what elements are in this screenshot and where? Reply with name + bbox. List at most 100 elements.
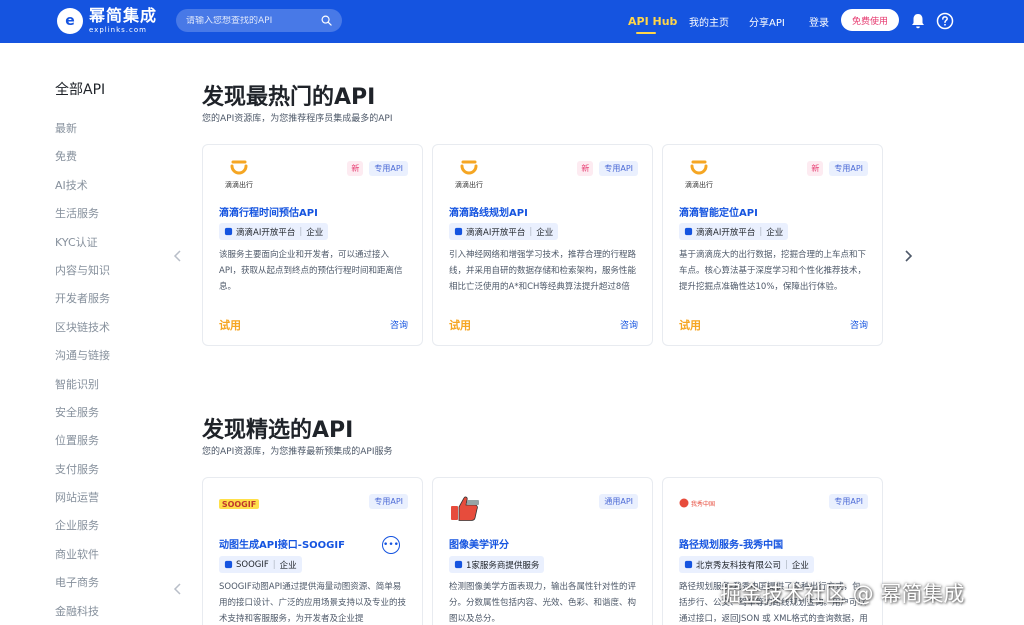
provider-badge[interactable]: SOOGIF | 企业 (219, 556, 302, 573)
sidebar-item[interactable]: AI技术 (55, 176, 155, 204)
sidebar-item[interactable]: 位置服务 (55, 431, 155, 459)
sidebar-item[interactable]: KYC认证 (55, 233, 155, 261)
new-badge: 新 (577, 161, 594, 176)
didi-logo: 滴滴出行 (449, 157, 489, 190)
sidebar-item[interactable]: 金融科技 (55, 602, 155, 625)
api-card[interactable]: SOOGIF 专用API 动图生成API接口-SOOGIF ••• SOOGIF… (202, 477, 423, 625)
provider-icon (454, 227, 463, 236)
provider-name: 滴滴AI开放平台 (696, 227, 756, 238)
sidebar-item[interactable]: 网站运营 (55, 488, 155, 516)
watermark: 掘金技术社区 @ 幂简集成 (720, 582, 965, 606)
sidebar-item[interactable]: 沟通与链接 (55, 346, 155, 374)
nav-share-api[interactable]: 分享API (749, 0, 785, 43)
active-underline (636, 32, 656, 34)
provider-kind: 企业 (791, 560, 809, 571)
nav-login[interactable]: 登录 (809, 0, 829, 43)
nav-my-home[interactable]: 我的主页 (689, 0, 729, 43)
card-title[interactable]: 滴滴智能定位API (679, 204, 758, 219)
provider-badge[interactable]: 北京秀友科技有限公司 | 企业 (679, 556, 814, 573)
search-bar (176, 9, 342, 32)
api-type-badge: 通用API (599, 494, 638, 509)
sidebar-item[interactable]: 最新 (55, 119, 155, 147)
featured-section-subtitle: 您的API资源库，为您推荐最新预集成的API服务 (202, 447, 393, 457)
thumbs-up-logo (449, 494, 481, 528)
card-title[interactable]: 图像美学评分 (449, 536, 509, 551)
carousel-next-icon[interactable] (902, 250, 914, 262)
card-description: 该服务主要面向企业和开发者，可以通过接入API，获取从起点到终点的预估行程时间和… (219, 250, 403, 292)
api-card[interactable]: 滴滴出行 新 专用API 滴滴行程时间预估API 滴滴AI开放平台 | 企业 该… (202, 144, 423, 346)
consult-button[interactable]: 咨询 (850, 318, 868, 331)
hot-section-title: 发现最热门的API (202, 85, 376, 110)
search-icon[interactable] (321, 15, 332, 26)
try-button[interactable]: 试用 (679, 317, 701, 333)
top-navbar: e 幂简集成 explinks.com API Hub 我的主页 分享API 登… (0, 0, 1024, 43)
sidebar-item[interactable]: 安全服务 (55, 403, 155, 431)
sidebar-item[interactable]: 免费 (55, 147, 155, 175)
try-button[interactable]: 试用 (219, 317, 241, 333)
nav-login-link[interactable]: 登录 (809, 14, 829, 29)
sidebar-item[interactable]: 支付服务 (55, 460, 155, 488)
provider-badge[interactable]: 滴滴AI开放平台 | 企业 (679, 223, 789, 240)
free-use-button[interactable]: 免费使用 (841, 9, 899, 31)
logo-icon: e (57, 8, 83, 34)
nav-api-hub[interactable]: API Hub (628, 0, 677, 43)
provider-icon (684, 227, 693, 236)
logo-caption: SOOGIF (222, 500, 256, 509)
api-card[interactable]: 滴滴出行 新 专用API 滴滴智能定位API 滴滴AI开放平台 | 企业 基于滴… (662, 144, 883, 346)
nav-share-api-link[interactable]: 分享API (749, 14, 785, 29)
provider-kind: 企业 (766, 227, 784, 238)
card-description: 引入神经网络和增强学习技术，推荐合理的行程路线，并采用自研的数据存储和检索架构，… (449, 250, 637, 292)
api-type-badge: 专用API (599, 161, 638, 176)
nav-my-home-link[interactable]: 我的主页 (689, 14, 729, 29)
api-card[interactable]: 通用API 图像美学评分 1家服务商提供服务 检测图像美学方面表现力，输出各属性… (432, 477, 653, 625)
category-list: 最新 免费 AI技术 生活服务 KYC认证 内容与知识 开发者服务 区块链技术 … (55, 119, 155, 625)
more-options-icon[interactable]: ••• (382, 536, 400, 554)
api-card[interactable]: 滴滴出行 新 专用API 滴滴路线规划API 滴滴AI开放平台 | 企业 引入神… (432, 144, 653, 346)
sidebar-item[interactable]: 电子商务 (55, 573, 155, 601)
consult-button[interactable]: 咨询 (620, 318, 638, 331)
card-description: SOOGIF动图API通过提供海量动图资源、简单易用的接口设计、广泛的应用场景支… (219, 582, 407, 624)
sidebar-item[interactable]: 区块链技术 (55, 318, 155, 346)
bell-icon[interactable] (909, 12, 927, 30)
provider-icon (684, 560, 693, 569)
card-title[interactable]: 滴滴行程时间预估API (219, 204, 318, 219)
carousel-prev-icon[interactable] (172, 250, 184, 262)
consult-button[interactable]: 咨询 (390, 318, 408, 331)
sidebar-item[interactable]: 智能识别 (55, 375, 155, 403)
woxiu-logo-icon (679, 498, 689, 508)
featured-section-title: 发现精选的API (202, 418, 354, 443)
sidebar-item[interactable]: 内容与知识 (55, 261, 155, 289)
carousel-prev-icon[interactable] (172, 583, 184, 595)
sidebar-item[interactable]: 开发者服务 (55, 289, 155, 317)
sidebar-item[interactable]: 生活服务 (55, 204, 155, 232)
soogif-logo: SOOGIF (219, 496, 259, 515)
provider-icon (454, 560, 463, 569)
didi-logo: 滴滴出行 (679, 157, 719, 190)
sidebar-title[interactable]: 全部API (55, 80, 155, 100)
card-title[interactable]: 滴滴路线规划API (449, 204, 528, 219)
logo-name: 幂简集成 (89, 6, 158, 25)
sidebar-item[interactable]: 企业服务 (55, 516, 155, 544)
card-title[interactable]: 动图生成API接口-SOOGIF (219, 536, 345, 551)
help-icon[interactable] (936, 12, 954, 30)
provider-name: SOOGIF (236, 559, 269, 570)
provider-badge[interactable]: 1家服务商提供服务 (449, 556, 545, 573)
didi-logo-icon (690, 160, 708, 175)
hot-section-subtitle: 您的API资源库，为您推荐程序员集成最多的API (202, 114, 393, 124)
provider-kind: 企业 (279, 560, 297, 571)
site-logo[interactable]: e 幂简集成 explinks.com (57, 6, 157, 36)
search-input[interactable] (186, 15, 316, 26)
provider-name: 北京秀友科技有限公司 (696, 560, 782, 571)
try-button[interactable]: 试用 (449, 317, 471, 333)
new-badge: 新 (347, 161, 364, 176)
didi-logo: 滴滴出行 (219, 157, 259, 190)
didi-logo-icon (230, 160, 248, 175)
card-title[interactable]: 路径规划服务-我秀中国 (679, 536, 783, 551)
api-type-badge: 专用API (369, 161, 408, 176)
sidebar-item[interactable]: 商业软件 (55, 545, 155, 573)
logo-caption: 滴滴出行 (225, 181, 253, 189)
provider-badge[interactable]: 滴滴AI开放平台 | 企业 (449, 223, 559, 240)
new-badge: 新 (807, 161, 824, 176)
provider-badge[interactable]: 滴滴AI开放平台 | 企业 (219, 223, 329, 240)
nav-api-hub-link[interactable]: API Hub (628, 15, 677, 28)
